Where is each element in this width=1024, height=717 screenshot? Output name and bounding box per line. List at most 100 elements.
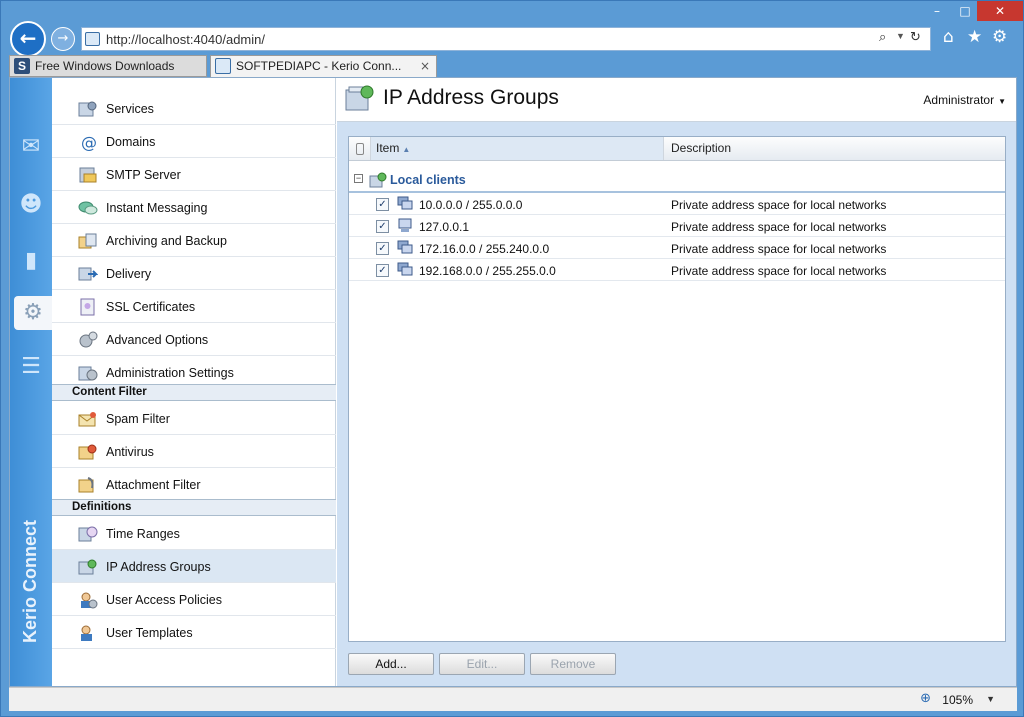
- user-name: Administrator: [923, 93, 995, 107]
- menu-item-label: SMTP Server: [106, 168, 181, 182]
- url-text[interactable]: http://localhost:4040/admin/: [106, 32, 265, 47]
- svg-text:@: @: [81, 133, 97, 151]
- ip-groups-icon: [78, 559, 97, 575]
- menu-item-ip-address-groups[interactable]: IP Address Groups: [52, 550, 336, 583]
- column-header-label: Description: [671, 141, 732, 155]
- tab-label: Free Windows Downloads: [35, 59, 175, 73]
- menu-item-spam-filter[interactable]: Spam Filter: [52, 402, 336, 435]
- back-button[interactable]: ←: [10, 21, 46, 57]
- brand-label: Kerio Connect: [20, 519, 40, 643]
- mail-icon[interactable]: ✉: [14, 130, 48, 164]
- minimize-icon[interactable]: –: [923, 1, 951, 21]
- smtp-icon: [79, 167, 97, 183]
- services-icon: [78, 101, 97, 117]
- status-bar: ⊕ 105% ▼: [9, 687, 1017, 711]
- add-button[interactable]: Add...: [348, 653, 434, 675]
- menu-item-advanced-options[interactable]: Advanced Options: [52, 323, 336, 356]
- attachment-icon: [78, 477, 94, 493]
- group-row-local-clients[interactable]: − Local clients: [349, 169, 1005, 193]
- chat-icon: [78, 201, 98, 215]
- chevron-down-icon[interactable]: ▼: [986, 694, 995, 704]
- chevron-down-icon[interactable]: ▼: [896, 31, 905, 41]
- group-label: Local clients: [390, 173, 466, 187]
- menu-item-label: Instant Messaging: [106, 201, 208, 215]
- antivirus-icon: [78, 444, 97, 460]
- zoom-level[interactable]: 105%: [942, 693, 973, 707]
- network-range-icon: [397, 196, 413, 210]
- table-row[interactable]: ✓ 10.0.0.0 / 255.0.0.0 Private address s…: [349, 193, 1005, 215]
- tab-free-windows-downloads[interactable]: S Free Windows Downloads: [9, 55, 207, 77]
- menu-item-label: Services: [106, 102, 154, 116]
- favorites-star-icon[interactable]: ★: [967, 27, 982, 47]
- collapse-icon[interactable]: −: [354, 174, 363, 183]
- menu-item-time-ranges[interactable]: Time Ranges: [52, 517, 336, 550]
- menu-item-domains[interactable]: @ Domains: [52, 125, 336, 158]
- grid-header: Item ▲ Description: [349, 137, 1005, 161]
- computer-icon: [398, 218, 412, 232]
- menu-item-label: Antivirus: [106, 445, 154, 459]
- settings-icon[interactable]: ⚙: [14, 296, 52, 330]
- sort-ascending-icon: ▲: [402, 145, 411, 154]
- ip-group-icon: [369, 172, 387, 188]
- menu-item-instant-messaging[interactable]: Instant Messaging: [52, 191, 336, 224]
- close-window-icon[interactable]: ✕: [977, 1, 1023, 21]
- home-icon[interactable]: ⌂: [943, 27, 954, 47]
- table-row[interactable]: ✓ 172.16.0.0 / 255.240.0.0 Private addre…: [349, 237, 1005, 259]
- kerio-favicon-icon: [215, 58, 231, 74]
- maximize-icon[interactable]: □: [951, 1, 979, 21]
- menu-item-services[interactable]: Services: [52, 92, 336, 125]
- statistics-icon[interactable]: ▮: [14, 244, 48, 278]
- menu-item-archiving-backup[interactable]: Archiving and Backup: [52, 224, 336, 257]
- remove-button[interactable]: Remove: [530, 653, 616, 675]
- column-header-item[interactable]: Item ▲: [371, 137, 664, 160]
- section-header-content-filter: Content Filter: [52, 384, 336, 401]
- column-header-label: Item: [376, 141, 400, 155]
- row-item: 10.0.0.0 / 255.0.0.0: [419, 198, 523, 212]
- menu-item-antivirus[interactable]: Antivirus: [52, 435, 336, 468]
- logs-icon[interactable]: ☰: [14, 350, 48, 384]
- address-bar[interactable]: http://localhost:4040/admin/ ⌕ ▼ ↻: [81, 27, 931, 51]
- user-template-icon: [81, 625, 92, 641]
- row-checkbox[interactable]: ✓: [376, 264, 389, 277]
- menu-item-label: IP Address Groups: [106, 560, 211, 574]
- browser-window: – □ ✕ ← → http://localhost:4040/admin/ ⌕…: [0, 0, 1024, 717]
- user-menu[interactable]: Administrator ▼: [923, 93, 1006, 107]
- table-row[interactable]: ✓ 192.168.0.0 / 255.255.0.0 Private addr…: [349, 259, 1005, 281]
- page-content: ✉ ☻ ▮ ⚙ ☰ Kerio Connect Services @ Domai…: [9, 77, 1017, 687]
- row-checkbox[interactable]: ✓: [376, 242, 389, 255]
- zoom-icon[interactable]: ⊕: [920, 691, 931, 706]
- edit-button[interactable]: Edit...: [439, 653, 525, 675]
- menu-item-user-access-policies[interactable]: User Access Policies: [52, 583, 336, 616]
- main-header: IP Address Groups Administrator ▼: [337, 78, 1016, 122]
- delivery-icon: [78, 267, 98, 281]
- select-column-header[interactable]: [349, 137, 371, 160]
- menu-item-ssl-certificates[interactable]: SSL Certificates: [52, 290, 336, 323]
- menu-item-delivery[interactable]: Delivery: [52, 257, 336, 290]
- menu-item-smtp-server[interactable]: SMTP Server: [52, 158, 336, 191]
- menu-item-label: Spam Filter: [106, 412, 170, 426]
- refresh-icon[interactable]: ↻: [910, 30, 921, 45]
- settings-menu: Services @ Domains SMTP Server Instant M…: [52, 78, 336, 686]
- softpedia-s-icon: S: [14, 58, 30, 74]
- table-row[interactable]: ✓ 127.0.0.1 Private address space for lo…: [349, 215, 1005, 237]
- menu-item-attachment-filter[interactable]: Attachment Filter: [52, 468, 336, 501]
- menu-item-label: Administration Settings: [106, 366, 234, 380]
- tools-gear-icon[interactable]: ⚙: [992, 27, 1007, 47]
- tab-kerio-connect[interactable]: SOFTPEDIAPC - Kerio Conn... ×: [210, 55, 437, 78]
- network-range-icon: [397, 240, 413, 254]
- users-icon[interactable]: ☻: [14, 188, 48, 222]
- forward-button[interactable]: →: [51, 27, 75, 51]
- search-icon[interactable]: ⌕: [879, 30, 886, 45]
- tab-close-icon[interactable]: ×: [420, 56, 430, 76]
- site-favicon-icon: [85, 32, 100, 46]
- row-checkbox[interactable]: ✓: [376, 198, 389, 211]
- main-panel: IP Address Groups Administrator ▼ Item ▲ D…: [337, 78, 1016, 686]
- user-policy-icon: [81, 592, 98, 609]
- archive-icon: [78, 233, 97, 249]
- row-checkbox[interactable]: ✓: [376, 220, 389, 233]
- menu-item-label: Domains: [106, 135, 156, 149]
- menu-item-user-templates[interactable]: User Templates: [52, 616, 336, 649]
- admin-settings-icon: [78, 366, 98, 381]
- row-item: 192.168.0.0 / 255.255.0.0: [419, 264, 556, 278]
- column-header-description[interactable]: Description: [665, 137, 1005, 160]
